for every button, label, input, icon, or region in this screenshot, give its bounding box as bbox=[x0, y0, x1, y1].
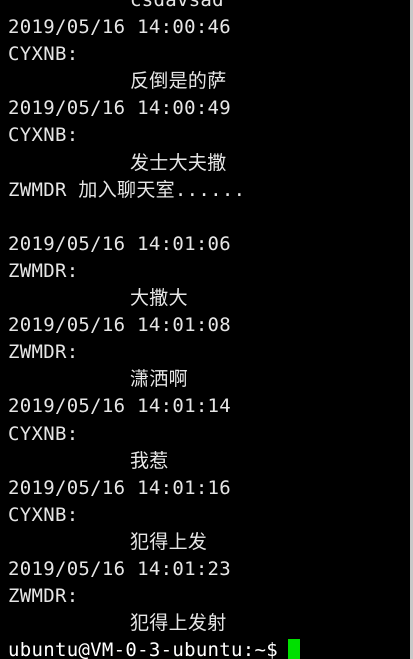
username: CYXNB: bbox=[8, 43, 79, 66]
timestamp: 2019/05/16 14:01:16 bbox=[8, 476, 232, 499]
terminal-output: csdavsad 2019/05/16 14:00:46 CYXNB: 反倒是的… bbox=[8, 0, 406, 659]
shell-prompt-line[interactable]: ubuntu@VM-0-3-ubuntu:~$ bbox=[8, 637, 406, 659]
text-cursor bbox=[288, 639, 300, 659]
username: CYXNB: bbox=[8, 422, 79, 445]
username: CYXNB: bbox=[8, 124, 79, 147]
timestamp: 2019/05/16 14:01:14 bbox=[8, 395, 232, 418]
username: ZWMDR: bbox=[8, 259, 79, 282]
terminal-window[interactable]: csdavsad 2019/05/16 14:00:46 CYXNB: 反倒是的… bbox=[0, 0, 413, 659]
message-text: csdavsad bbox=[130, 0, 224, 11]
message-text: 犯得上发 bbox=[130, 530, 208, 553]
message-text: 大撒大 bbox=[130, 287, 188, 310]
timestamp: 2019/05/16 14:01:06 bbox=[8, 232, 232, 255]
message-text: 潇洒啊 bbox=[130, 368, 188, 391]
timestamp: 2019/05/16 14:00:49 bbox=[8, 97, 232, 120]
username: CYXNB: bbox=[8, 503, 79, 526]
system-notice: ZWMDR 加入聊天室...... bbox=[8, 178, 246, 201]
username: ZWMDR: bbox=[8, 341, 79, 364]
username: ZWMDR: bbox=[8, 585, 79, 608]
timestamp: 2019/05/16 14:01:23 bbox=[8, 557, 232, 580]
message-text: 我惹 bbox=[130, 449, 169, 472]
message-text: 发士大夫撒 bbox=[130, 151, 227, 174]
message-text: 犯得上发射 bbox=[130, 612, 227, 635]
shell-prompt: ubuntu@VM-0-3-ubuntu:~$ bbox=[8, 639, 278, 659]
timestamp: 2019/05/16 14:01:08 bbox=[8, 314, 232, 337]
timestamp: 2019/05/16 14:00:46 bbox=[8, 16, 232, 39]
message-text: 反倒是的萨 bbox=[130, 70, 227, 93]
